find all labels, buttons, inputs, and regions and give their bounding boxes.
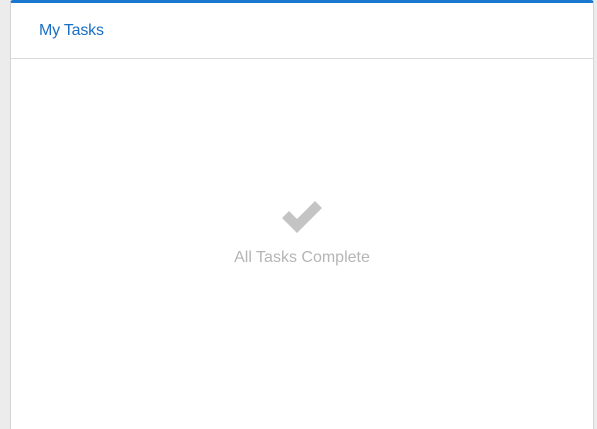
empty-state: All Tasks Complete: [11, 197, 593, 267]
panel-body: All Tasks Complete: [11, 59, 593, 429]
panel-header: My Tasks: [11, 3, 593, 59]
my-tasks-panel: My Tasks All Tasks Complete: [10, 0, 594, 429]
checkmark-icon: [282, 201, 322, 233]
empty-state-message: All Tasks Complete: [234, 249, 370, 266]
panel-title-link[interactable]: My Tasks: [39, 22, 104, 40]
